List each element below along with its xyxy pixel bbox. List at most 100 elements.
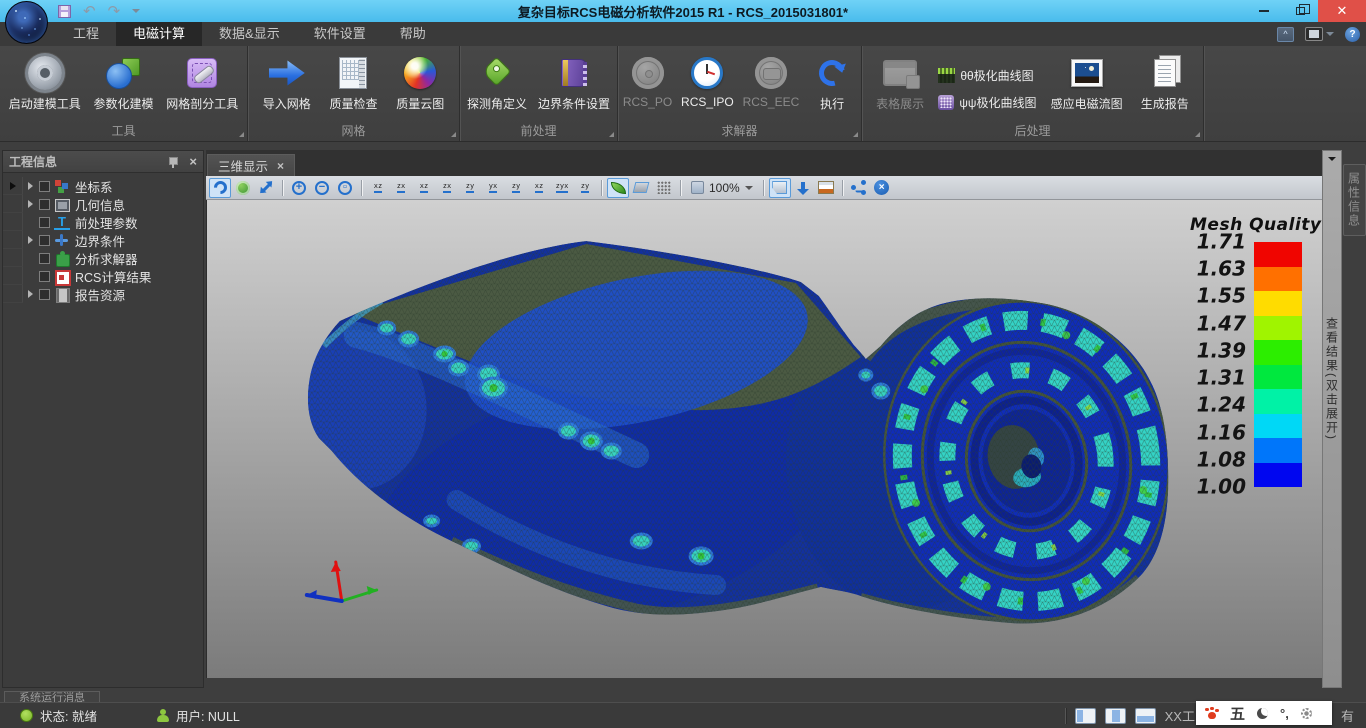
view-orientation-button[interactable]: yx	[482, 178, 504, 198]
fit-view-button[interactable]	[255, 178, 277, 198]
ribbon-button[interactable]: 生成报告	[1137, 52, 1193, 112]
view-orientation-button[interactable]: zx	[390, 178, 412, 198]
group-expand-grip-icon[interactable]	[1195, 132, 1200, 137]
ribbon-small-button[interactable]: ψψ极化曲线图	[938, 94, 1036, 111]
save-icon[interactable]	[58, 5, 71, 18]
mesh-model-3d[interactable]	[207, 200, 1322, 678]
tab-property-info[interactable]: 属性信息	[1343, 164, 1366, 236]
collapse-ribbon-icon[interactable]: ^	[1277, 27, 1294, 42]
zoom-in-button[interactable]: +	[288, 178, 310, 198]
export-image-button[interactable]	[815, 178, 837, 198]
tab-3d-display[interactable]: 三维显示 ×	[207, 154, 295, 176]
tree-row[interactable]: 报告资源	[3, 285, 203, 303]
tree-checkbox[interactable]	[39, 289, 50, 300]
tree-checkbox[interactable]	[39, 181, 50, 192]
group-expand-grip-icon[interactable]	[853, 132, 858, 137]
tree-row[interactable]: RCS计算结果	[3, 267, 203, 285]
shaded-display-button[interactable]	[607, 178, 629, 198]
display-style-icon[interactable]	[1305, 27, 1323, 41]
ime-toolbar[interactable]: 五 °,	[1196, 701, 1332, 725]
tree-row[interactable]: 分析求解器	[3, 249, 203, 267]
ribbon-button[interactable]: 网格剖分工具	[162, 52, 242, 112]
ribbon-button[interactable]: 边界条件设置	[534, 52, 614, 112]
help-icon[interactable]: ?	[1345, 27, 1360, 42]
viewport-canvas[interactable]: Mesh Quality 1.711.631.551.471.391.311.2…	[206, 200, 1322, 678]
tree-row[interactable]: T前处理参数	[3, 213, 203, 231]
tree-expander[interactable]	[23, 290, 37, 298]
redo-icon[interactable]: ↷	[108, 4, 121, 19]
tree-row[interactable]: 几何信息	[3, 195, 203, 213]
ribbon-button[interactable]: 质量云图	[392, 52, 448, 112]
close-button[interactable]: ✕	[1318, 0, 1366, 22]
qat-dropdown-icon[interactable]	[132, 9, 140, 17]
menu-tab-item[interactable]: 数据&显示	[202, 22, 297, 46]
layout-left-panel-icon[interactable]	[1075, 708, 1096, 724]
view-orientation-button[interactable]: zyx	[551, 178, 573, 198]
ime-punct-label[interactable]: °,	[1280, 706, 1289, 721]
tree-checkbox[interactable]	[39, 199, 50, 210]
tree-expander[interactable]	[23, 182, 37, 190]
view-orientation-button[interactable]: zy	[459, 178, 481, 198]
view-orientation-button[interactable]: zy	[505, 178, 527, 198]
menu-tab-active[interactable]: 电磁计算	[116, 22, 202, 46]
tree-row[interactable]: 边界条件	[3, 231, 203, 249]
save-view-button[interactable]	[792, 178, 814, 198]
ribbon-button[interactable]: 导入网格	[259, 52, 315, 112]
minimize-button[interactable]	[1246, 0, 1282, 22]
ime-settings-icon[interactable]	[1301, 708, 1312, 719]
panel-close-icon[interactable]: ×	[189, 156, 197, 168]
menu-tab-item[interactable]: 工程	[56, 22, 116, 46]
ribbon-button[interactable]: 探测角定义	[463, 52, 531, 112]
layout-bottom-panel-icon[interactable]	[1135, 708, 1156, 724]
tree-gutter-cell	[3, 177, 23, 195]
snapshot-button[interactable]	[769, 178, 791, 198]
ribbon-small-button[interactable]: θθ极化曲线图	[938, 67, 1036, 84]
group-expand-grip-icon[interactable]	[239, 132, 244, 137]
ribbon-button[interactable]: 参数化建模	[89, 52, 157, 112]
group-expand-grip-icon[interactable]	[451, 132, 456, 137]
view-orientation-button[interactable]: xz	[528, 178, 550, 198]
view-orientation-button[interactable]: zx	[436, 178, 458, 198]
undo-icon[interactable]: ↶	[83, 4, 96, 19]
tree-row[interactable]: 坐标系	[3, 177, 203, 195]
ribbon-button[interactable]: RCS_IPO	[677, 52, 738, 109]
tree-checkbox[interactable]	[39, 271, 50, 282]
display-style-caret-icon[interactable]	[1326, 32, 1334, 40]
view-orientation-button[interactable]: xz	[367, 178, 389, 198]
ribbon-button[interactable]: 启动建模工具	[5, 52, 85, 112]
results-strip[interactable]: 查看结果(双击展开)	[1322, 150, 1342, 688]
group-expand-grip-icon[interactable]	[609, 132, 614, 137]
ime-paw-icon[interactable]	[1205, 708, 1218, 719]
app-logo[interactable]	[5, 1, 48, 44]
tree-expander[interactable]	[23, 236, 37, 244]
layout-center-panel-icon[interactable]	[1105, 708, 1126, 724]
pin-icon[interactable]	[168, 156, 177, 168]
close-view-button[interactable]: ×	[871, 178, 893, 198]
view-orientation-button[interactable]: xz	[413, 178, 435, 198]
menu-tab-item[interactable]: 帮助	[383, 22, 443, 46]
tree-checkbox[interactable]	[39, 217, 50, 228]
rotate-view-button[interactable]	[209, 178, 231, 198]
tab-close-icon[interactable]: ×	[277, 161, 284, 171]
zoom-window-button[interactable]: ▫	[334, 178, 356, 198]
ime-wubi-label[interactable]: 五	[1230, 703, 1245, 724]
restore-button[interactable]	[1282, 0, 1318, 22]
grid-display-button[interactable]	[653, 178, 675, 198]
zoom-level-select[interactable]: 100%	[686, 181, 758, 195]
ribbon-button[interactable]: 质量检查	[325, 52, 381, 112]
tree-checkbox[interactable]	[39, 253, 50, 264]
plane-display-button[interactable]	[630, 178, 652, 198]
zoom-out-button[interactable]: −	[311, 178, 333, 198]
orbit-view-button[interactable]	[232, 178, 254, 198]
strip-caret-icon[interactable]	[1328, 157, 1336, 165]
menu-tab-item[interactable]: 软件设置	[297, 22, 383, 46]
orbit-icon	[236, 181, 250, 195]
ribbon-button[interactable]: 感应电磁流图	[1047, 52, 1127, 112]
ime-moon-icon[interactable]	[1257, 708, 1268, 719]
share-button[interactable]	[848, 178, 870, 198]
mesh-tool-icon	[187, 58, 217, 88]
tree-checkbox[interactable]	[39, 235, 50, 246]
ribbon-button[interactable]: 执行	[804, 52, 860, 112]
tree-expander[interactable]	[23, 200, 37, 208]
view-orientation-button[interactable]: zy	[574, 178, 596, 198]
